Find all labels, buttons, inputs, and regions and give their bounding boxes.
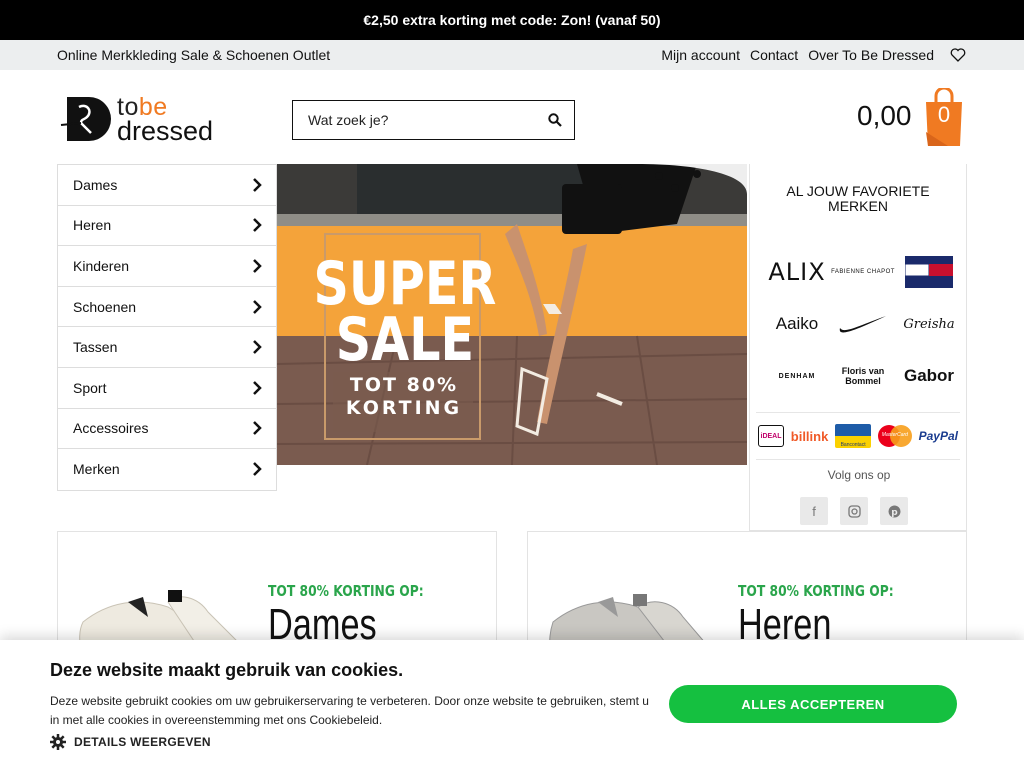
chevron-right-icon (253, 218, 262, 233)
contact-link[interactable]: Contact (750, 47, 798, 63)
promo-tag: TOT 80% KORTING OP: (268, 582, 424, 600)
accept-all-cookies-button[interactable]: ALLES ACCEPTEREN (669, 685, 957, 723)
payment-ideal: iDEAL (758, 425, 784, 447)
promo-card-heren[interactable]: TOT 80% KORTING OP: Heren (527, 531, 967, 651)
banner-line3: TOT 80% (349, 374, 459, 396)
search-input[interactable] (308, 112, 528, 128)
logo-hanger-icon (60, 97, 111, 141)
menu-label: Schoenen (73, 298, 137, 315)
chevron-right-icon (253, 299, 262, 314)
svg-text:p: p (891, 508, 898, 518)
menu-item-merken[interactable]: Merken (58, 449, 276, 490)
cookie-details-toggle[interactable]: DETAILS WEERGEVEN (50, 734, 211, 750)
chevron-right-icon (253, 259, 262, 273)
brand-denham[interactable]: Denham (764, 350, 830, 402)
menu-item-dames[interactable]: Dames (58, 165, 276, 206)
brand-tommy-hilfiger[interactable] (896, 246, 962, 298)
menu-label: Tassen (73, 339, 118, 356)
promo-tag: TOT 80% KORTING OP: (738, 582, 894, 600)
nike-swoosh-icon (839, 316, 886, 333)
brand-floris-van-bommel[interactable]: Floris van Bommel (830, 350, 896, 402)
payment-billink: billink (790, 428, 829, 444)
payment-mastercard: MasterCard (877, 425, 912, 447)
brand-alix[interactable]: ALIX (764, 246, 830, 298)
account-links: Mijn account Contact Over To Be Dressed (661, 47, 966, 63)
menu-item-heren[interactable]: Heren (58, 206, 276, 247)
facebook-icon[interactable]: f (800, 497, 828, 525)
tagline: Online Merkkleding Sale & Schoenen Outle… (57, 47, 331, 63)
category-menu: Dames Heren Kinderen Schoenen Tassen Spo… (57, 164, 277, 491)
tommy-logo (905, 256, 953, 288)
svg-text:SALE: SALE (336, 304, 474, 374)
menu-item-kinderen[interactable]: Kinderen (58, 246, 276, 287)
cookie-text: Deze website gebruikt cookies om uw gebr… (50, 694, 649, 727)
brand-fabienne-chapot[interactable]: Fabienne Chapot (830, 246, 896, 298)
cart-button[interactable]: 0 (922, 86, 966, 148)
menu-label: Sport (73, 379, 107, 396)
menu-item-accessoires[interactable]: Accessoires (58, 409, 276, 450)
follow-us-label: Volg ons op (827, 468, 891, 482)
social-links: f p (800, 497, 908, 525)
sneaker-image (79, 590, 243, 650)
cookie-banner: Deze website maakt gebruik van cookies. … (0, 640, 1024, 768)
menu-label: Heren (73, 217, 112, 234)
cookie-details-label: DETAILS WEERGEVEN (74, 735, 211, 749)
instagram-icon[interactable] (840, 497, 868, 525)
chevron-right-icon (253, 340, 262, 355)
brands-panel: AL JOUW FAVORIETE MERKEN ALIX Fabienne C… (749, 164, 967, 531)
pinterest-icon[interactable]: p (880, 497, 908, 525)
super-sale-banner[interactable]: SUPER SALE TOT 80% KORTING (277, 164, 747, 465)
search-icon[interactable] (548, 113, 562, 127)
search-box[interactable] (292, 100, 575, 140)
chevron-right-icon (253, 462, 262, 477)
cookie-title: Deze website maakt gebruik van cookies. (50, 660, 404, 680)
payment-methods: iDEAL billink Bancontact MasterCard PayP… (756, 412, 960, 460)
chevron-right-icon (253, 177, 262, 192)
menu-item-schoenen[interactable]: Schoenen (58, 287, 276, 328)
brands-title: AL JOUW FAVORIETE MERKEN (786, 183, 930, 214)
heart-icon[interactable] (950, 48, 966, 62)
site-logo[interactable]: tobe dressed (59, 90, 229, 148)
menu-label: Accessoires (73, 420, 149, 437)
menu-label: Kinderen (73, 257, 130, 274)
brand-nike[interactable] (830, 298, 896, 350)
brand-aaiko[interactable]: Aaiko (764, 298, 830, 350)
chevron-right-icon (253, 421, 262, 436)
payment-paypal: PayPal (918, 429, 958, 443)
menu-label: Merken (73, 461, 120, 478)
about-link[interactable]: Over To Be Dressed (808, 47, 934, 63)
banner-line4: KORTING (345, 397, 463, 419)
menu-item-tassen[interactable]: Tassen (58, 327, 276, 368)
my-account-link[interactable]: Mijn account (661, 47, 740, 63)
brand-logo-grid: ALIX Fabienne Chapot Aaiko Greisha Denha… (764, 246, 964, 402)
menu-label: Dames (73, 176, 118, 193)
promo-bar: €2,50 extra korting met code: Zon! (vana… (0, 0, 1024, 40)
banner-image: SUPER SALE (277, 164, 747, 465)
brand-gabor[interactable]: Gabor (896, 350, 962, 402)
logo-text: tobe dressed (117, 95, 214, 146)
gear-icon (50, 734, 66, 750)
cart-count: 0 (937, 102, 951, 127)
cart-total[interactable]: 0,00 (857, 100, 912, 132)
brand-greisha[interactable]: Greisha (896, 298, 962, 350)
promo-text: €2,50 extra korting met code: Zon! (vana… (363, 12, 661, 28)
logo-dressed: dressed (117, 116, 214, 146)
promo-card-dames[interactable]: TOT 80% KORTING OP: Dames (57, 531, 497, 651)
menu-item-sport[interactable]: Sport (58, 368, 276, 409)
top-bar: Online Merkkleding Sale & Schoenen Outle… (0, 40, 1024, 70)
payment-bancontact: Bancontact (835, 424, 872, 448)
chevron-right-icon (253, 380, 262, 395)
